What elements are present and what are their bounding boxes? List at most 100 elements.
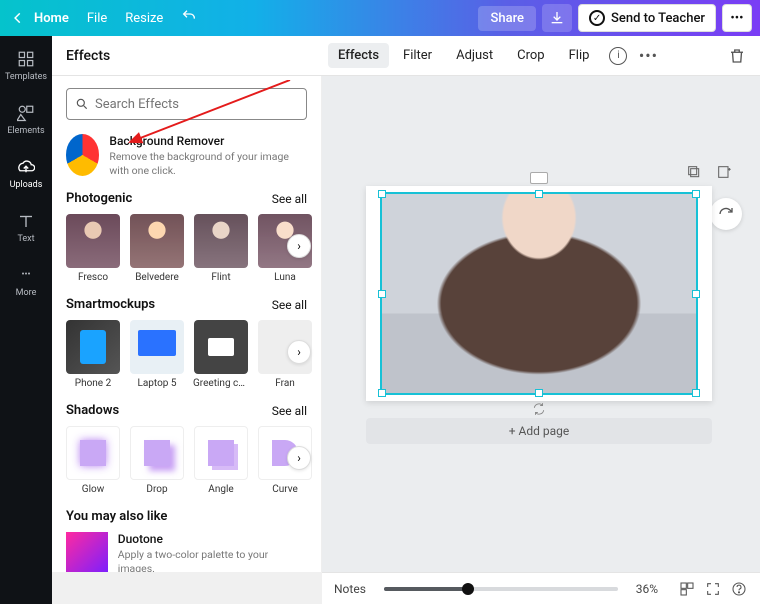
resize-handle-bm[interactable] <box>535 389 543 397</box>
tab-filter[interactable]: Filter <box>393 43 442 68</box>
page-icons <box>684 162 734 182</box>
fit-view-icon[interactable] <box>678 580 696 598</box>
section-smartmockups: Smartmockups See all Phone 2 Laptop 5 Gr… <box>66 297 307 389</box>
side-rail: Templates Elements Uploads Text ••• More <box>0 36 52 604</box>
top-nav: Home File Resize <box>34 8 197 28</box>
more-icon: ••• <box>17 266 35 284</box>
duotone-thumb <box>66 532 108 572</box>
elements-icon <box>17 104 35 122</box>
design-page[interactable] <box>366 186 712 401</box>
resize-handle-tl[interactable] <box>378 190 386 198</box>
shadow-drop[interactable]: Drop <box>130 426 184 495</box>
help-icon[interactable] <box>730 580 748 598</box>
smartmockups-seeall[interactable]: See all <box>272 298 307 312</box>
photogenic-title: Photogenic <box>66 191 132 206</box>
duotone-desc: Apply a two-color palette to your images… <box>118 548 307 572</box>
rotate-handle[interactable] <box>530 172 548 184</box>
section-photogenic: Photogenic See all Fresco Belvedere Flin… <box>66 191 307 283</box>
also-title: You may also like <box>66 509 167 524</box>
image-toolbar: Effects Effects Filter Adjust Crop Flip … <box>52 36 760 76</box>
notes-button[interactable]: Notes <box>334 582 366 596</box>
effects-panel: Background Remover Remove the background… <box>52 76 322 572</box>
resize-handle-tm[interactable] <box>535 190 543 198</box>
uploads-icon <box>17 158 35 176</box>
rail-uploads[interactable]: Uploads <box>0 154 52 194</box>
section-also: You may also like Duotone Apply a two-co… <box>66 509 307 572</box>
tab-crop[interactable]: Crop <box>507 43 554 68</box>
zoom-knob[interactable] <box>462 583 474 595</box>
shadows-title: Shadows <box>66 403 119 418</box>
tab-effects[interactable]: Effects <box>328 43 389 68</box>
shadow-glow[interactable]: Glow <box>66 426 120 495</box>
bgremove-thumb <box>66 134 99 176</box>
search-input[interactable] <box>95 97 298 112</box>
nav-home[interactable]: Home <box>34 11 69 26</box>
send-label: Send to Teacher <box>611 11 705 26</box>
effect-duotone[interactable]: Duotone Apply a two-color palette to you… <box>66 532 307 572</box>
rail-templates-label: Templates <box>5 72 47 82</box>
duotone-title: Duotone <box>118 532 307 546</box>
section-shadows: Shadows See all Glow Drop Angle Curve › <box>66 403 307 495</box>
share-button[interactable]: Share <box>478 6 536 31</box>
info-icon[interactable]: i <box>609 47 627 65</box>
effect-fresco[interactable]: Fresco <box>66 214 120 283</box>
resize-handle-tr[interactable] <box>692 190 700 198</box>
zoom-value[interactable]: 36% <box>636 582 658 596</box>
sync-icon <box>532 402 546 416</box>
panel-title: Effects <box>52 48 322 64</box>
add-page-button[interactable]: + Add page <box>366 418 712 444</box>
effect-flint[interactable]: Flint <box>194 214 248 283</box>
refresh-button[interactable] <box>710 198 742 230</box>
mockup-greeting[interactable]: Greeting car... <box>194 320 248 389</box>
rail-more[interactable]: ••• More <box>0 262 52 302</box>
resize-handle-br[interactable] <box>692 389 700 397</box>
send-to-teacher-button[interactable]: ✓ Send to Teacher <box>578 4 716 32</box>
search-effects[interactable] <box>66 88 307 120</box>
shadows-seeall[interactable]: See all <box>272 404 307 418</box>
smartmockups-title: Smartmockups <box>66 297 155 312</box>
download-button[interactable] <box>542 4 572 32</box>
background-remover[interactable]: Background Remover Remove the background… <box>66 134 307 177</box>
back-button[interactable] <box>8 8 28 28</box>
top-more-button[interactable]: ••• <box>722 4 752 32</box>
rail-uploads-label: Uploads <box>10 180 43 190</box>
new-page-icon[interactable] <box>714 162 734 182</box>
tab-adjust[interactable]: Adjust <box>446 43 503 68</box>
image-tool-icons: i ••• <box>609 47 657 65</box>
nav-file[interactable]: File <box>87 11 107 26</box>
mockup-phone2[interactable]: Phone 2 <box>66 320 120 389</box>
image-content <box>382 194 696 393</box>
resize-handle-mr[interactable] <box>692 290 700 298</box>
check-circle-icon: ✓ <box>589 10 605 26</box>
resize-handle-ml[interactable] <box>378 290 386 298</box>
more-options-button[interactable]: ••• <box>639 47 657 65</box>
top-bar: Home File Resize Share ✓ Send to Teacher… <box>0 0 760 36</box>
bgremove-desc: Remove the background of your image with… <box>109 150 307 177</box>
undo-button[interactable] <box>181 8 197 28</box>
rail-elements[interactable]: Elements <box>0 100 52 140</box>
shadow-angle[interactable]: Angle <box>194 426 248 495</box>
nav-resize[interactable]: Resize <box>125 11 163 26</box>
text-icon <box>17 212 35 230</box>
rail-text-label: Text <box>17 234 34 244</box>
selected-image[interactable] <box>380 192 698 395</box>
tab-flip[interactable]: Flip <box>559 43 600 68</box>
add-page-label: + Add page <box>509 424 570 438</box>
rail-elements-label: Elements <box>7 126 44 136</box>
image-tabs: Effects Filter Adjust Crop Flip <box>322 43 599 68</box>
effect-belvedere[interactable]: Belvedere <box>130 214 184 283</box>
rail-templates[interactable]: Templates <box>0 46 52 86</box>
bottom-bar: Notes 36% <box>322 572 760 604</box>
fullscreen-icon[interactable] <box>704 580 722 598</box>
bgremove-title: Background Remover <box>109 134 307 148</box>
canvas-area: + Add page <box>322 76 760 572</box>
duplicate-page-icon[interactable] <box>684 162 704 182</box>
rail-text[interactable]: Text <box>0 208 52 248</box>
search-icon <box>75 97 89 111</box>
mockup-laptop5[interactable]: Laptop 5 <box>130 320 184 389</box>
photogenic-seeall[interactable]: See all <box>272 192 307 206</box>
zoom-slider[interactable] <box>384 587 618 591</box>
rail-more-label: More <box>16 288 37 298</box>
delete-button[interactable] <box>728 47 746 65</box>
resize-handle-bl[interactable] <box>378 389 386 397</box>
